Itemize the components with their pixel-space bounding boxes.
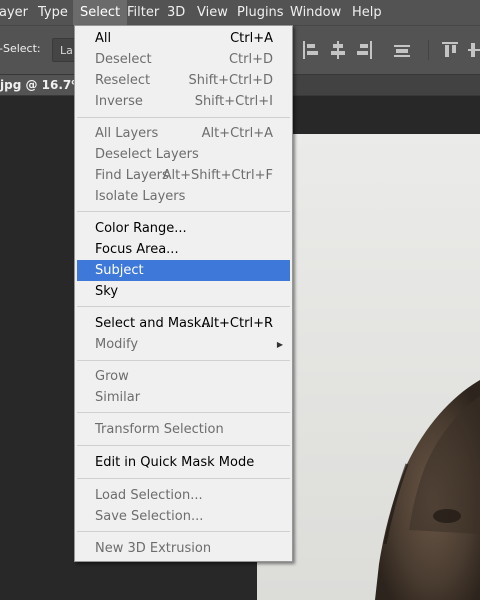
menu-item-label: Select and Mask... xyxy=(95,316,214,331)
menu-item-label: Subject xyxy=(95,263,144,278)
menu-item-focus-area[interactable]: Focus Area... xyxy=(77,239,290,260)
menu-plugins[interactable]: Plugins xyxy=(237,4,284,21)
menu-filter[interactable]: Filter xyxy=(127,4,159,21)
menu-item-label: Load Selection... xyxy=(95,488,203,503)
menu-item-deselect[interactable]: Deselect Ctrl+D xyxy=(77,49,290,70)
menu-layer[interactable]: ayer xyxy=(0,4,28,21)
menu-separator xyxy=(77,306,290,307)
menu-item-select-and-mask[interactable]: Select and Mask... Alt+Ctrl+R xyxy=(77,313,290,334)
menu-item-modify[interactable]: Modify ▶ xyxy=(77,334,290,355)
menu-item-transform-selection[interactable]: Transform Selection xyxy=(77,419,290,440)
menu-window[interactable]: Window xyxy=(290,4,341,21)
submenu-arrow-icon: ▶ xyxy=(276,340,283,349)
menu-item-shortcut: Alt+Ctrl+A xyxy=(201,126,273,141)
menu-item-label: Isolate Layers xyxy=(95,189,186,204)
menu-item-label: Sky xyxy=(95,284,119,299)
menu-item-color-range[interactable]: Color Range... xyxy=(77,218,290,239)
menu-3d[interactable]: 3D xyxy=(167,4,185,21)
menu-item-shortcut: Shift+Ctrl+D xyxy=(188,73,273,88)
menu-separator xyxy=(77,531,290,532)
menu-item-label: Similar xyxy=(95,390,141,405)
menu-item-label: Color Range... xyxy=(95,221,187,236)
menu-type[interactable]: Type xyxy=(38,4,68,21)
menu-item-label: New 3D Extrusion xyxy=(95,541,212,556)
menu-separator xyxy=(77,445,290,446)
menu-item-deselect-layers[interactable]: Deselect Layers xyxy=(77,144,290,165)
menu-item-label: Edit in Quick Mask Mode xyxy=(95,455,255,470)
menu-item-reselect[interactable]: Reselect Shift+Ctrl+D xyxy=(77,70,290,91)
menu-separator xyxy=(77,412,290,413)
menu-separator xyxy=(77,478,290,479)
menu-item-label: All Layers xyxy=(95,126,159,141)
menu-separator xyxy=(77,211,290,212)
menu-item-shortcut: Ctrl+A xyxy=(230,31,273,46)
menu-item-grow[interactable]: Grow xyxy=(77,366,290,387)
menu-item-all[interactable]: All Ctrl+A xyxy=(77,28,290,49)
menu-item-label: Deselect Layers xyxy=(95,147,199,162)
menu-item-shortcut: Alt+Ctrl+R xyxy=(201,316,273,331)
menu-item-sky[interactable]: Sky xyxy=(77,281,290,302)
menu-item-all-layers[interactable]: All Layers Alt+Ctrl+A xyxy=(77,123,290,144)
menu-item-shortcut: Alt+Shift+Ctrl+F xyxy=(162,168,273,183)
menu-view[interactable]: View xyxy=(197,4,228,21)
menu-select[interactable]: Select xyxy=(73,0,128,25)
menu-item-label: Modify xyxy=(95,337,139,352)
align-vertical-centers-icon[interactable] xyxy=(468,41,480,59)
menu-help[interactable]: Help xyxy=(352,4,382,21)
menu-item-label: Transform Selection xyxy=(95,422,224,437)
menu-item-label: Focus Area... xyxy=(95,242,179,257)
menu-item-quick-mask[interactable]: Edit in Quick Mask Mode xyxy=(77,452,290,473)
menu-item-find-layers[interactable]: Find Layers Alt+Shift+Ctrl+F xyxy=(77,165,290,186)
menu-item-similar[interactable]: Similar xyxy=(77,387,290,408)
menu-item-save-selection[interactable]: Save Selection... xyxy=(77,506,290,527)
menu-item-label: Find Layers xyxy=(95,168,169,183)
auto-select-label: -Select: xyxy=(0,42,41,55)
menu-item-shortcut: Ctrl+D xyxy=(228,52,273,67)
align-right-edges-icon[interactable] xyxy=(356,41,372,59)
align-left-edges-icon[interactable] xyxy=(303,41,319,59)
align-horizontal-centers-icon[interactable] xyxy=(330,41,346,59)
options-divider xyxy=(428,40,429,60)
menu-item-label: Grow xyxy=(95,369,129,384)
menu-item-label: Deselect xyxy=(95,52,152,67)
menu-item-new-3d-extrusion[interactable]: New 3D Extrusion xyxy=(77,538,290,559)
distribute-icon[interactable] xyxy=(394,41,410,59)
menu-separator xyxy=(77,117,290,118)
menu-item-label: All xyxy=(95,31,112,46)
menu-item-shortcut: Shift+Ctrl+I xyxy=(194,94,273,109)
menu-item-load-selection[interactable]: Load Selection... xyxy=(77,485,290,506)
menu-separator xyxy=(77,360,290,361)
menu-bar: ayer Type Select Filter 3D View Plugins … xyxy=(0,0,480,25)
menu-item-label: Reselect xyxy=(95,73,151,88)
menu-item-subject[interactable]: Subject xyxy=(77,260,290,281)
menu-item-inverse[interactable]: Inverse Shift+Ctrl+I xyxy=(77,91,290,112)
select-dropdown-menu: All Ctrl+A Deselect Ctrl+D Reselect Shif… xyxy=(74,25,293,562)
align-top-edges-icon[interactable] xyxy=(442,41,458,59)
menu-item-label: Inverse xyxy=(95,94,143,109)
menu-item-label: Save Selection... xyxy=(95,509,204,524)
menu-item-isolate-layers[interactable]: Isolate Layers xyxy=(77,186,290,207)
